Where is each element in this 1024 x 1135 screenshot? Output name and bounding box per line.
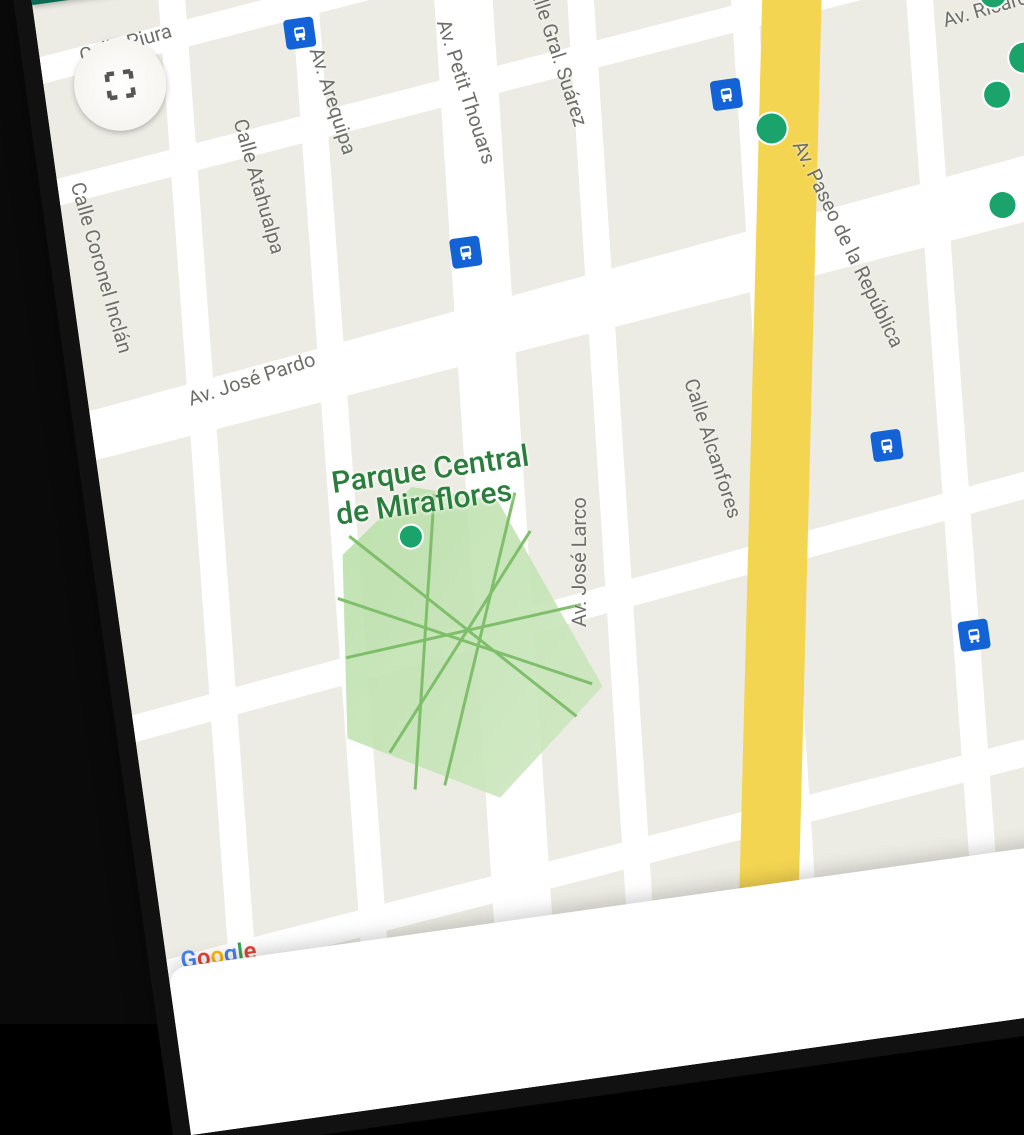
- fullscreen-icon: [100, 64, 141, 105]
- bus-icon: [290, 23, 310, 43]
- bus-icon: [456, 242, 476, 262]
- street-label: Av. José Larco: [568, 497, 592, 627]
- transit-stop[interactable]: [283, 16, 317, 50]
- transit-stop[interactable]: [449, 235, 483, 269]
- transit-stop[interactable]: [710, 78, 744, 112]
- bus-icon: [877, 435, 897, 455]
- transit-stop[interactable]: [958, 618, 992, 652]
- map-canvas[interactable]: Parque Central de Miraflores: [33, 0, 1024, 1135]
- phone-screen: ← Enviar ubicación: [20, 0, 1024, 1135]
- bus-icon: [964, 625, 984, 645]
- bus-icon: [717, 84, 737, 104]
- phone-frame: ← Enviar ubicación: [0, 0, 1024, 1024]
- transit-stop[interactable]: [870, 429, 904, 463]
